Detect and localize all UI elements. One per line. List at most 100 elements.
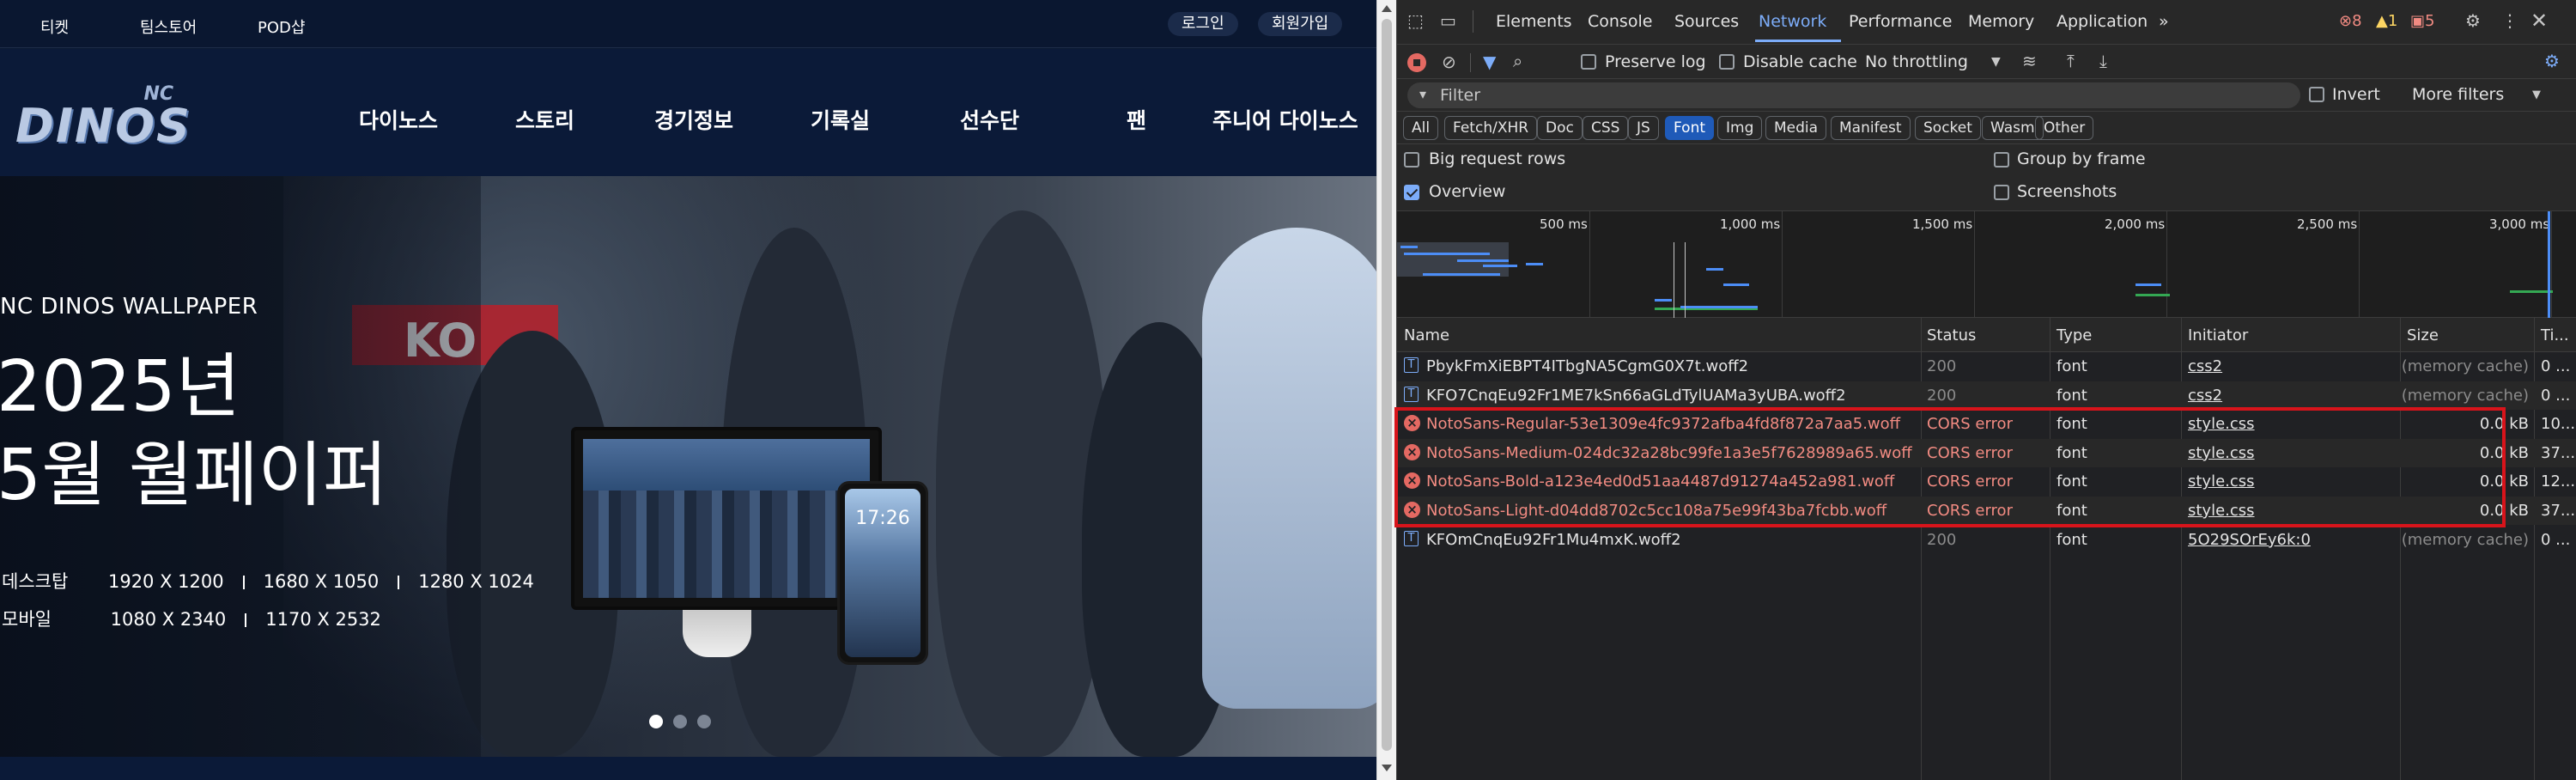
nav-records[interactable]: 기록실 [811, 104, 870, 135]
request-name: KFOmCnqEu92Fr1Mu4mxK.woff2 [1426, 530, 1681, 549]
size-link-1920[interactable]: 1920 X 1200 [108, 571, 224, 592]
col-initiator[interactable]: Initiator [2188, 326, 2248, 344]
chip-manifest[interactable]: Manifest [1831, 116, 1911, 140]
overview-checkbox[interactable] [1404, 185, 1419, 200]
clear-icon[interactable]: ⊘ [1442, 53, 1456, 70]
timeline-bar [2136, 283, 2161, 286]
chip-font[interactable]: Font [1665, 116, 1715, 140]
disable-cache-checkbox[interactable] [1719, 54, 1735, 70]
issues-count[interactable]: ▣5 [2410, 12, 2434, 30]
slide-dot[interactable] [697, 715, 711, 728]
chip-img[interactable]: Img [1717, 116, 1763, 140]
chip-socket[interactable]: Socket [1915, 116, 1981, 140]
chip-wasm[interactable]: Wasm [1982, 116, 2044, 140]
tab-memory[interactable]: Memory [1968, 12, 2034, 31]
divider [245, 613, 247, 627]
nav-dinos[interactable]: 다이노스 [359, 104, 438, 135]
size-link-1680[interactable]: 1680 X 1050 [264, 571, 380, 592]
throttling-select[interactable]: No throttling [1865, 52, 1968, 71]
col-time[interactable]: Ti... [2541, 326, 2569, 344]
col-name[interactable]: Name [1404, 326, 1449, 344]
warning-count[interactable]: ▲1 [2376, 12, 2397, 30]
error-count[interactable]: ⊗8 [2339, 12, 2362, 30]
size-link-1170[interactable]: 1170 X 2532 [265, 609, 381, 630]
network-conditions-icon[interactable]: ≋ [2022, 52, 2037, 70]
inspect-element-icon[interactable]: ⬚ [1407, 12, 1424, 29]
tab-application[interactable]: Application [2057, 12, 2148, 31]
timeline-gridline [1589, 211, 1590, 318]
login-button[interactable]: 로그인 [1168, 12, 1238, 36]
import-har-icon[interactable]: ⤒ [2067, 52, 2075, 70]
group-by-frame-checkbox[interactable] [1994, 152, 2009, 168]
request-row[interactable]: T KFOmCnqEu92Fr1Mu4mxK.woff2 200 font 5O29SO… [1397, 526, 2576, 554]
request-row[interactable]: T PbykFmXiEBPT4ITbgNA5CgmG0X7t.woff2 200 fo… [1397, 352, 2576, 381]
network-settings-gear-icon[interactable]: ⚙ [2544, 52, 2560, 70]
big-rows-checkbox[interactable] [1404, 152, 1419, 168]
chip-js[interactable]: JS [1628, 116, 1659, 140]
network-overview-timeline[interactable]: 500 ms 1,000 ms 1,500 ms 2,000 ms 2,500 … [1397, 211, 2576, 318]
scroll-down-arrow[interactable] [1382, 765, 1392, 771]
request-time: 37... [2541, 443, 2576, 462]
hero-title-line2: 5월 월페이퍼 [0, 435, 388, 516]
nav-junior-dinos[interactable]: 주니어 다이노스 [1212, 104, 1358, 135]
topbar-link-teamstore[interactable]: 팀스토어 [140, 15, 197, 38]
size-link-1080[interactable]: 1080 X 2340 [111, 609, 227, 630]
export-har-icon[interactable]: ⤓ [2099, 52, 2107, 70]
chip-doc[interactable]: Doc [1537, 116, 1583, 140]
tab-sources[interactable]: Sources [1674, 12, 1739, 31]
invert-checkbox[interactable] [2309, 87, 2324, 102]
tab-network[interactable]: Network [1759, 12, 1826, 31]
filter-input[interactable]: ▾ Filter [1407, 82, 2300, 108]
col-status[interactable]: Status [1927, 326, 1976, 344]
chip-all[interactable]: All [1403, 116, 1439, 140]
scroll-up-arrow[interactable] [1382, 5, 1392, 12]
chip-css[interactable]: CSS [1583, 116, 1629, 140]
site-header: NC DINOS 다이노스 스토리 경기정보 기록실 선수단 팬 주니어 다이노… [0, 49, 1376, 176]
request-initiator[interactable]: css2 [2188, 357, 2222, 375]
record-stop-icon[interactable] [1407, 53, 1426, 72]
monitor-stand [683, 610, 751, 657]
device-toolbar-icon[interactable]: ▭ [1440, 12, 1456, 29]
chevron-down-icon[interactable]: ▼ [2532, 89, 2541, 101]
request-initiator[interactable]: css2 [2188, 387, 2222, 405]
size-link-1280[interactable]: 1280 X 1024 [418, 571, 534, 592]
settings-gear-icon[interactable]: ⚙ [2465, 12, 2481, 29]
request-row[interactable]: T KFO7CnqEu92Fr1ME7kSn66aGLdTylUAMa3yUBA.… [1397, 381, 2576, 410]
chip-other[interactable]: Other [2035, 116, 2094, 140]
nav-story[interactable]: 스토리 [515, 104, 574, 135]
hero-banner: KO NC DINOS WALLPAPER 2025년 5월 월페이퍼 데스크탑… [0, 176, 1376, 757]
chip-fetch-xhr[interactable]: Fetch/XHR [1444, 116, 1538, 140]
preserve-log-label: Preserve log [1605, 52, 1706, 71]
scrollbar-thumb[interactable] [1382, 19, 1392, 751]
close-icon[interactable]: ✕ [2530, 10, 2548, 31]
slide-dot[interactable] [673, 715, 687, 728]
screenshots-checkbox[interactable] [1994, 185, 2009, 200]
tab-elements[interactable]: Elements [1496, 12, 1572, 31]
tab-console[interactable]: Console [1588, 12, 1652, 31]
divider [242, 576, 245, 589]
nav-fan[interactable]: 팬 [1127, 104, 1146, 135]
tab-performance[interactable]: Performance [1849, 12, 1952, 31]
nav-players[interactable]: 선수단 [960, 104, 1019, 135]
dinos-logo[interactable]: NC DINOS [15, 83, 190, 153]
filter-placeholder: Filter [1440, 86, 1481, 105]
nav-game-info[interactable]: 경기정보 [654, 104, 733, 135]
more-filters-dropdown[interactable]: More filters [2412, 85, 2504, 104]
col-type[interactable]: Type [2057, 326, 2092, 344]
kebab-menu-icon[interactable]: ⋮ [2501, 12, 2518, 29]
col-size[interactable]: Size [2407, 326, 2439, 344]
chip-media[interactable]: Media [1765, 116, 1827, 140]
chevron-down-icon[interactable]: ▼ [1991, 56, 2001, 68]
page-scrollbar[interactable] [1376, 0, 1396, 780]
timeline-bar [2136, 294, 2170, 296]
topbar-link-podshop[interactable]: POD샵 [258, 15, 305, 38]
signup-button[interactable]: 회원가입 [1258, 12, 1343, 36]
topbar-link-ticket[interactable]: 티켓 [40, 15, 69, 38]
preserve-log-checkbox[interactable] [1581, 54, 1596, 70]
slide-dot[interactable] [649, 715, 663, 728]
monitor-crowd-image [583, 491, 870, 598]
more-tabs-icon[interactable]: » [2159, 12, 2169, 31]
search-icon[interactable]: ⌕ [1513, 52, 1522, 70]
filter-icon[interactable]: ▼ [1483, 53, 1496, 70]
request-initiator[interactable]: 5O29SOrEy6k:0 [2188, 531, 2311, 549]
